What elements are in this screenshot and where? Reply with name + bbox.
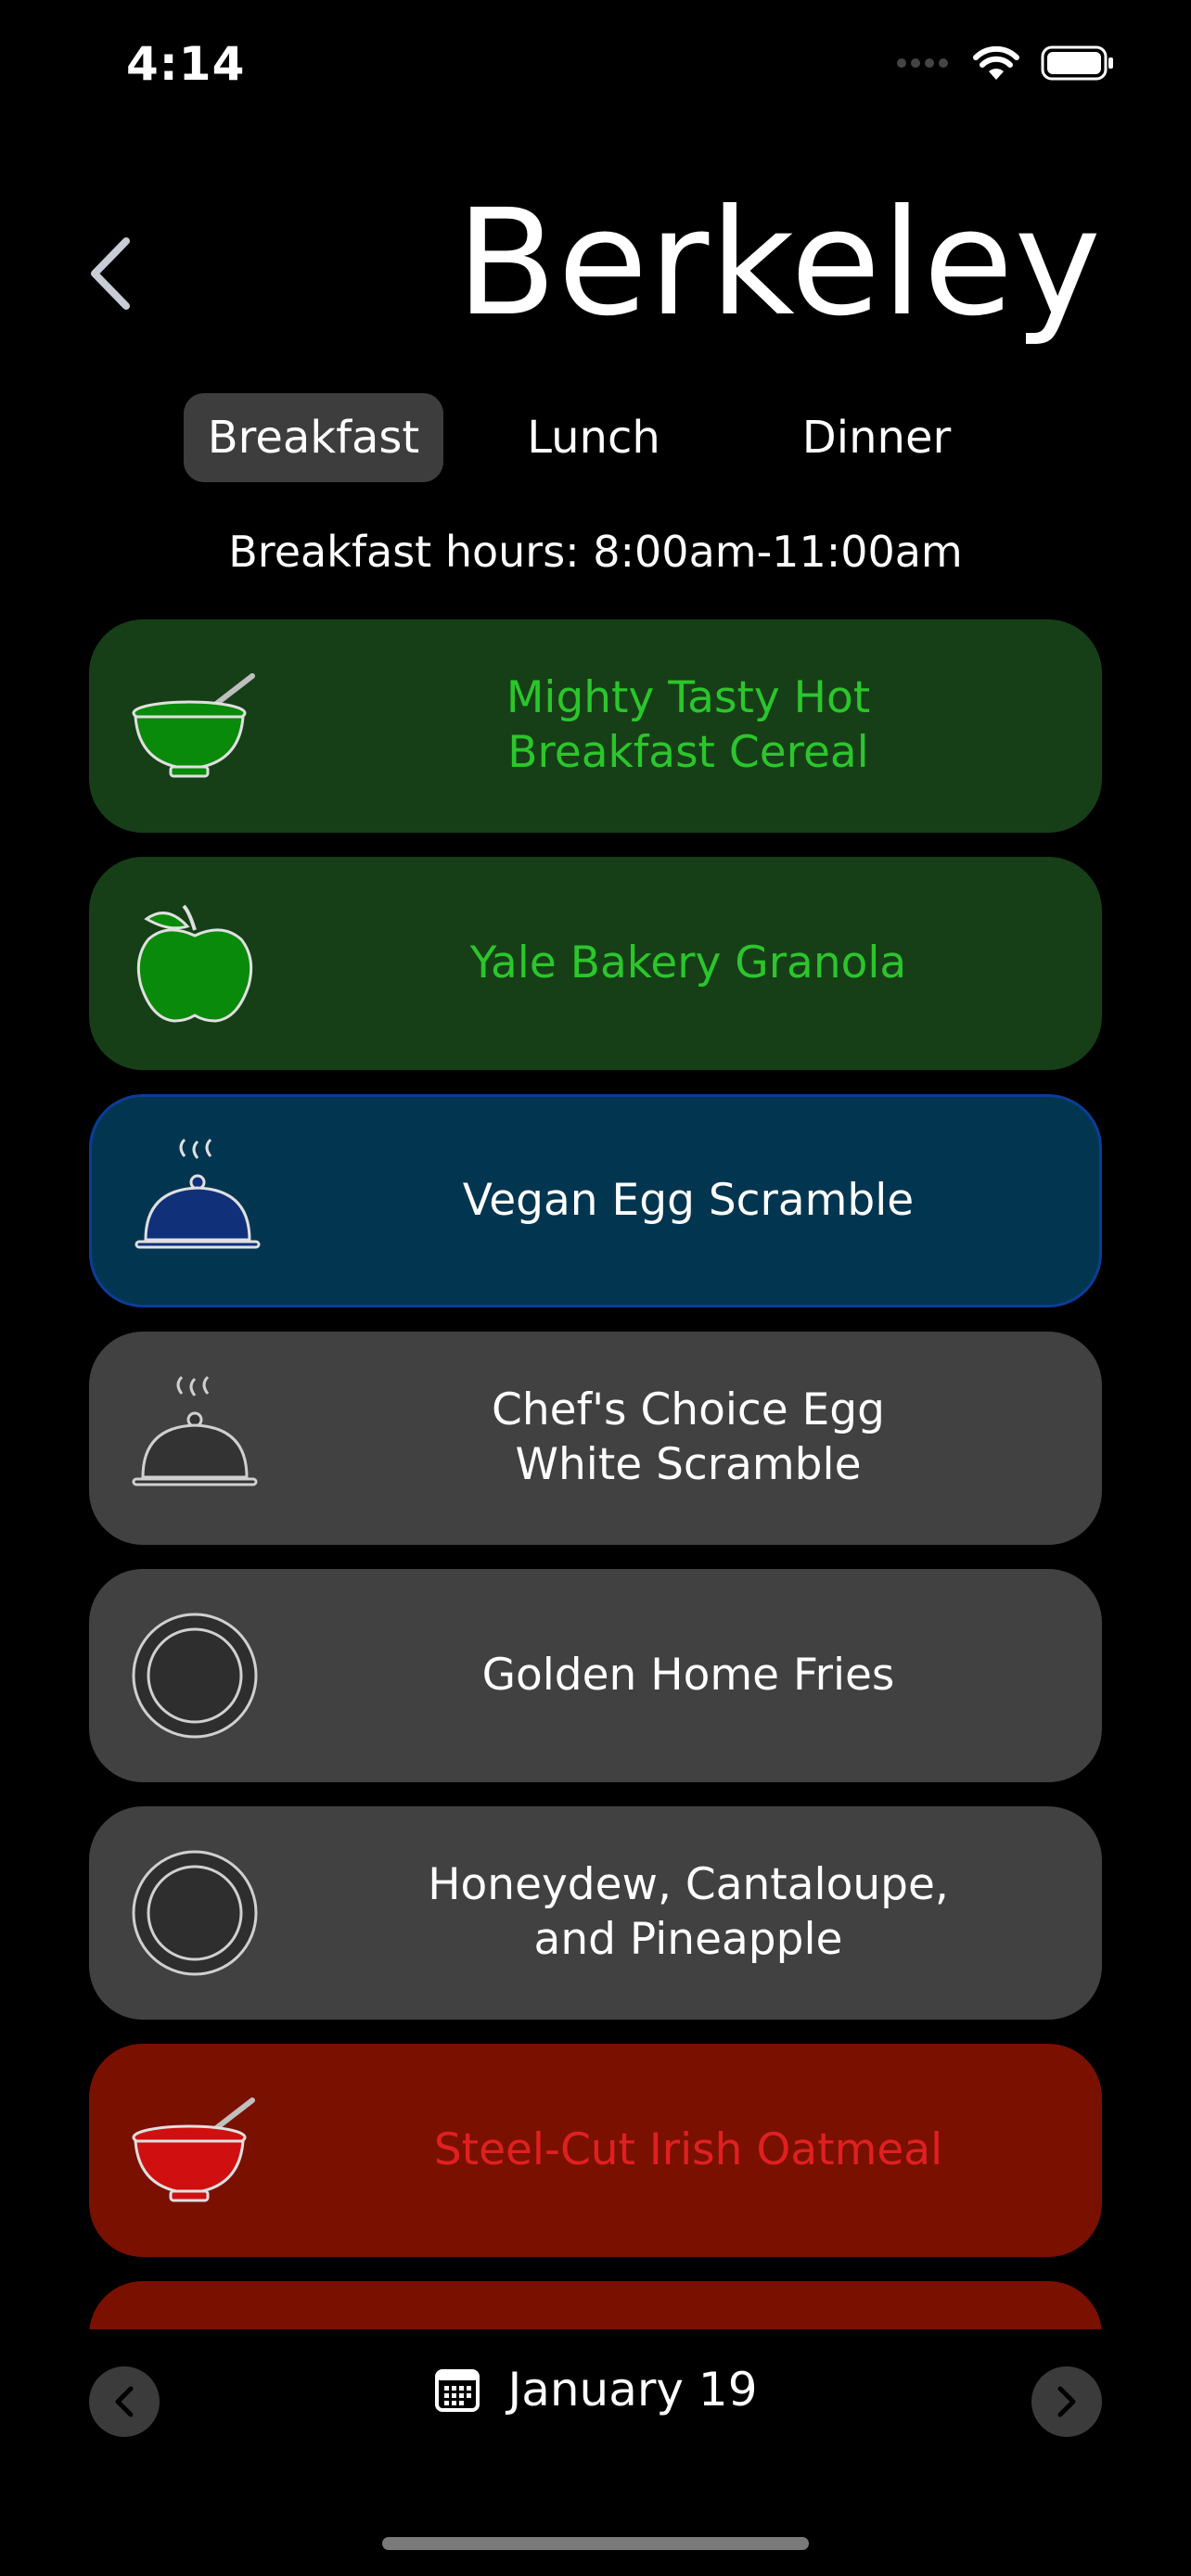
cloche-icon — [134, 1138, 261, 1249]
bowl-icon — [132, 2098, 255, 2202]
menu-item-label: Chef's Choice Egg White Scramble — [492, 1384, 885, 1490]
menu-item-label: Honeydew, Cantaloupe, and Pineapple — [428, 1859, 949, 1965]
wifi-icon — [973, 45, 1019, 80]
current-date: January 19 — [507, 2363, 758, 2417]
tab-breakfast[interactable]: Breakfast — [184, 393, 443, 482]
menu-item-label: Mighty Tasty Hot Breakfast Cereal — [506, 672, 871, 778]
menu-item-label: Golden Home Fries — [481, 1649, 895, 1701]
battery-icon — [1041, 45, 1113, 81]
meal-tabs: Breakfast Lunch Dinner — [0, 393, 1191, 484]
menu-item-label: Steel-Cut Irish Oatmeal — [433, 2123, 943, 2175]
plate-icon — [132, 1850, 258, 1976]
menu-item[interactable]: Chef's Choice Egg White Scramble — [89, 1332, 1102, 1545]
menu-item[interactable] — [89, 2281, 1102, 2329]
menu-item[interactable]: Yale Bakery Granola — [89, 857, 1102, 1070]
home-indicator — [382, 2537, 809, 2550]
apple-icon — [136, 904, 253, 1023]
plate-icon — [132, 1613, 258, 1739]
menu-list[interactable]: Mighty Tasty Hot Breakfast Cereal Yale B… — [89, 619, 1102, 2329]
menu-item-label: Yale Bakery Granola — [469, 937, 907, 988]
cloche-icon — [132, 1375, 258, 1486]
menu-item[interactable]: Mighty Tasty Hot Breakfast Cereal — [89, 619, 1102, 833]
back-button[interactable] — [83, 232, 139, 315]
next-day-button[interactable] — [1031, 2366, 1102, 2437]
chevron-left-icon — [91, 237, 130, 310]
bowl-icon — [132, 673, 255, 778]
menu-item[interactable]: Honeydew, Cantaloupe, and Pineapple — [89, 1806, 1102, 2020]
menu-item-label — [302, 2281, 1074, 2329]
tab-dinner[interactable]: Dinner — [751, 393, 1002, 482]
calendar-icon — [435, 2369, 480, 2412]
signal-icon — [897, 58, 948, 68]
page-title: Berkeley — [455, 178, 1102, 349]
bowl-icon — [130, 2323, 260, 2329]
menu-item[interactable]: Steel-Cut Irish Oatmeal — [89, 2044, 1102, 2257]
tab-lunch[interactable]: Lunch — [473, 393, 714, 482]
menu-item-label: Vegan Egg Scramble — [462, 1174, 915, 1226]
date-picker[interactable]: January 19 — [0, 2363, 1191, 2417]
meal-hours: Breakfast hours: 8:00am-11:00am — [228, 527, 963, 577]
status-time: 4:14 — [126, 37, 246, 91]
menu-item[interactable]: Golden Home Fries — [89, 1569, 1102, 1782]
status-icons — [896, 45, 1115, 82]
menu-item[interactable]: Vegan Egg Scramble — [89, 1094, 1102, 1307]
chevron-right-icon — [1057, 2386, 1076, 2417]
